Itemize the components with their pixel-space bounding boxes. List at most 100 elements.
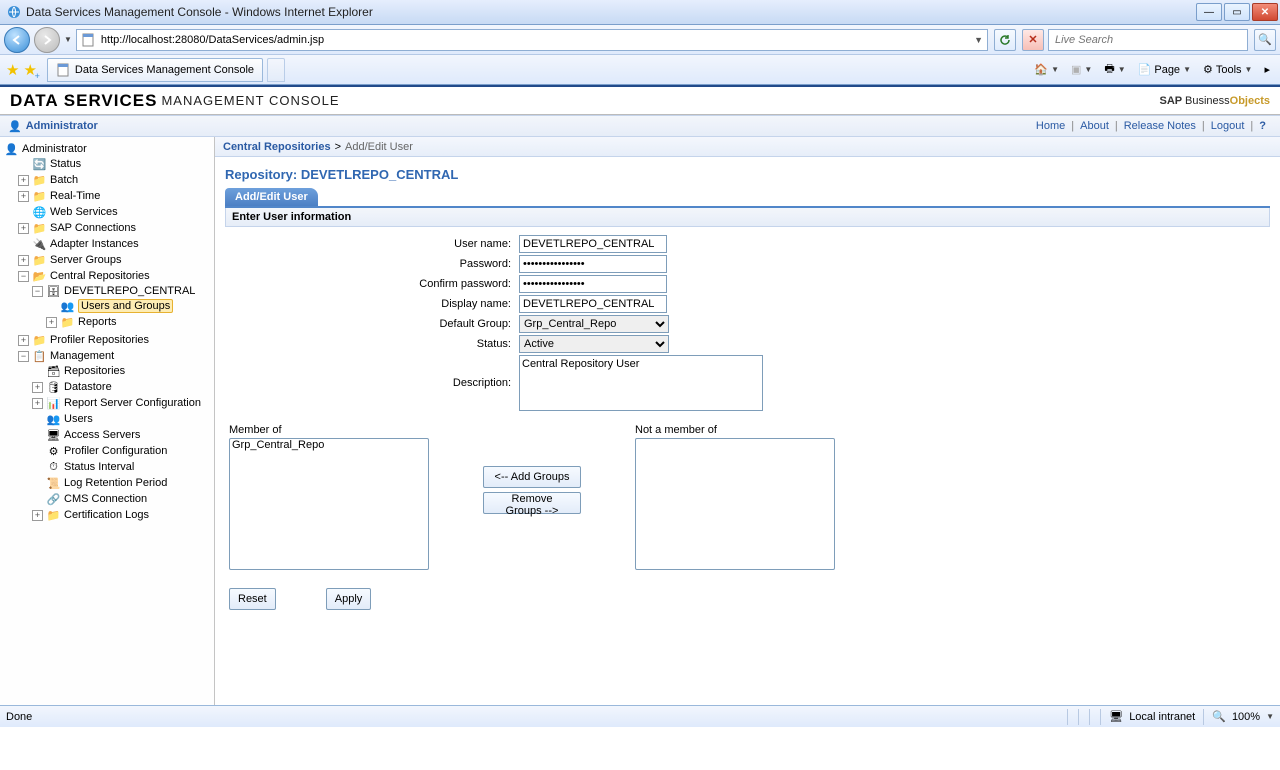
tree-access[interactable]: 🖥Access Servers bbox=[32, 428, 212, 442]
tree-root[interactable]: 👤Administrator bbox=[4, 142, 212, 156]
zoom-dropdown[interactable]: ▼ bbox=[1266, 712, 1274, 721]
favorites-icon[interactable]: ★ bbox=[6, 61, 19, 79]
tree-central-repo[interactable]: −🗄DEVETLREPO_CENTRAL bbox=[32, 284, 212, 298]
release-notes-link[interactable]: Release Notes bbox=[1118, 120, 1202, 132]
tree-reports[interactable]: +📁Reports bbox=[46, 315, 212, 329]
back-button[interactable] bbox=[4, 27, 30, 53]
about-link[interactable]: About bbox=[1074, 120, 1115, 132]
reset-button[interactable]: Reset bbox=[229, 588, 276, 610]
label-group: Default Group: bbox=[229, 315, 519, 330]
new-tab-button[interactable] bbox=[267, 58, 285, 82]
status-bar: Done 🖥 Local intranet 🔍 100% ▼ bbox=[0, 705, 1280, 727]
tree-adapter[interactable]: 🔌Adapter Instances bbox=[18, 237, 212, 251]
print-menu[interactable]: 🖶▼ bbox=[1100, 59, 1129, 81]
tree-datastore[interactable]: +🛢Datastore bbox=[32, 380, 212, 394]
tree-rsc[interactable]: +📊Report Server Configuration bbox=[32, 396, 212, 410]
label-status: Status: bbox=[229, 335, 519, 350]
nav-history-dropdown[interactable]: ▼ bbox=[64, 35, 72, 44]
conn-icon: 🔗 bbox=[46, 492, 61, 506]
tree-web[interactable]: 🌐Web Services bbox=[18, 205, 212, 219]
refresh-button[interactable] bbox=[994, 29, 1016, 51]
folder-icon: 📁 bbox=[32, 189, 47, 203]
tree-users-groups[interactable]: 👥Users and Groups bbox=[46, 299, 212, 313]
home-link[interactable]: Home bbox=[1030, 120, 1071, 132]
search-input[interactable] bbox=[1053, 33, 1243, 47]
page-menu-icon: 📄 bbox=[1138, 63, 1152, 76]
search-button[interactable]: 🔍 bbox=[1254, 29, 1276, 51]
repo-icon: 🗄 bbox=[46, 284, 61, 298]
tree-repositories[interactable]: 🗃Repositories bbox=[32, 364, 212, 378]
stop-button[interactable]: ✕ bbox=[1022, 29, 1044, 51]
tab-add-edit-user[interactable]: Add/Edit User bbox=[225, 188, 318, 206]
apply-button[interactable]: Apply bbox=[326, 588, 372, 610]
zoom-level: 100% bbox=[1232, 711, 1260, 723]
tree-profcfg[interactable]: ⚙Profiler Configuration bbox=[32, 444, 212, 458]
tab-title: Data Services Management Console bbox=[75, 64, 254, 76]
add-groups-button[interactable]: <-- Add Groups bbox=[483, 466, 581, 488]
tab-row: Add/Edit User bbox=[225, 188, 1270, 208]
close-button[interactable]: ✕ bbox=[1252, 3, 1278, 21]
tree-cert[interactable]: +📁Certification Logs bbox=[32, 508, 212, 522]
users-icon: 👥 bbox=[46, 412, 61, 426]
url-input[interactable] bbox=[99, 33, 970, 47]
display-name-input[interactable] bbox=[519, 295, 667, 313]
confirm-password-input[interactable] bbox=[519, 275, 667, 293]
tab-page-icon bbox=[56, 63, 70, 77]
admin-bar: 👤 Administrator Home| About| Release Not… bbox=[0, 115, 1280, 137]
rss-icon: ▣ bbox=[1071, 63, 1081, 76]
status-select[interactable]: Active bbox=[519, 335, 669, 353]
tree-users[interactable]: 👥Users bbox=[32, 412, 212, 426]
mgmt-icon: 📋 bbox=[32, 349, 47, 363]
server-icon: 🖥 bbox=[46, 428, 61, 442]
breadcrumb-current: Add/Edit User bbox=[345, 141, 413, 153]
toolbar-chevron[interactable]: ▸ bbox=[1260, 59, 1274, 81]
db-icon: 🗃 bbox=[46, 364, 61, 378]
label-member-of: Member of bbox=[229, 424, 429, 436]
tree-status[interactable]: 🔄Status bbox=[18, 157, 212, 171]
tree-cms[interactable]: 🔗CMS Connection bbox=[32, 492, 212, 506]
url-dropdown-icon[interactable]: ▼ bbox=[974, 35, 983, 45]
maximize-button[interactable]: ▭ bbox=[1224, 3, 1250, 21]
folder-icon: 📁 bbox=[32, 221, 47, 235]
sidebar: 👤Administrator 🔄Status +📁Batch +📁Real-Ti… bbox=[0, 137, 215, 705]
tools-menu[interactable]: ⚙Tools▼ bbox=[1199, 59, 1256, 81]
main-area: 👤Administrator 🔄Status +📁Batch +📁Real-Ti… bbox=[0, 137, 1280, 705]
member-of-listbox[interactable]: Grp_Central_Repo bbox=[229, 438, 429, 570]
tree-sap[interactable]: +📁SAP Connections bbox=[18, 221, 212, 235]
label-display: Display name: bbox=[229, 295, 519, 310]
remove-groups-button[interactable]: Remove Groups --> bbox=[483, 492, 581, 514]
home-menu[interactable]: 🏠▼ bbox=[1030, 59, 1063, 81]
window-titlebar: Data Services Management Console - Windo… bbox=[0, 0, 1280, 25]
tree-central[interactable]: −📂Central Repositories bbox=[18, 269, 212, 283]
tree-management[interactable]: −📋Management bbox=[18, 349, 212, 363]
admin-icon: 👤 bbox=[4, 142, 19, 156]
globe-icon: 🌐 bbox=[32, 205, 47, 219]
help-link[interactable]: ? bbox=[1253, 120, 1272, 132]
forward-button[interactable] bbox=[34, 27, 60, 53]
add-favorite-icon[interactable]: ★+ bbox=[23, 61, 36, 79]
section-header: Enter User information bbox=[225, 208, 1270, 227]
username-input[interactable] bbox=[519, 235, 667, 253]
password-input[interactable] bbox=[519, 255, 667, 273]
tree-logret[interactable]: 📜Log Retention Period bbox=[32, 476, 212, 490]
window-title: Data Services Management Console - Windo… bbox=[26, 5, 1194, 19]
tree-profiler[interactable]: +📁Profiler Repositories bbox=[18, 333, 212, 347]
breadcrumb-central[interactable]: Central Repositories bbox=[223, 141, 331, 153]
app-title: DATA SERVICES bbox=[10, 91, 157, 111]
not-member-of-listbox[interactable] bbox=[635, 438, 835, 570]
page-icon bbox=[81, 33, 95, 47]
tree-batch[interactable]: +📁Batch bbox=[18, 173, 212, 187]
chevron-right-icon: ▸ bbox=[1264, 63, 1270, 76]
tree-statusint[interactable]: ⏱Status Interval bbox=[32, 460, 212, 474]
label-confirm: Confirm password: bbox=[229, 275, 519, 290]
feeds-menu[interactable]: ▣▼ bbox=[1067, 59, 1096, 81]
logout-link[interactable]: Logout bbox=[1205, 120, 1251, 132]
tree-server[interactable]: +📁Server Groups bbox=[18, 253, 212, 267]
label-description: Description: bbox=[229, 355, 519, 389]
tree-realtime[interactable]: +📁Real-Time bbox=[18, 189, 212, 203]
default-group-select[interactable]: Grp_Central_Repo bbox=[519, 315, 669, 333]
minimize-button[interactable]: — bbox=[1196, 3, 1222, 21]
page-menu[interactable]: 📄Page▼ bbox=[1134, 59, 1195, 81]
browser-tab[interactable]: Data Services Management Console bbox=[47, 58, 263, 82]
description-textarea[interactable]: Central Repository User bbox=[519, 355, 763, 411]
